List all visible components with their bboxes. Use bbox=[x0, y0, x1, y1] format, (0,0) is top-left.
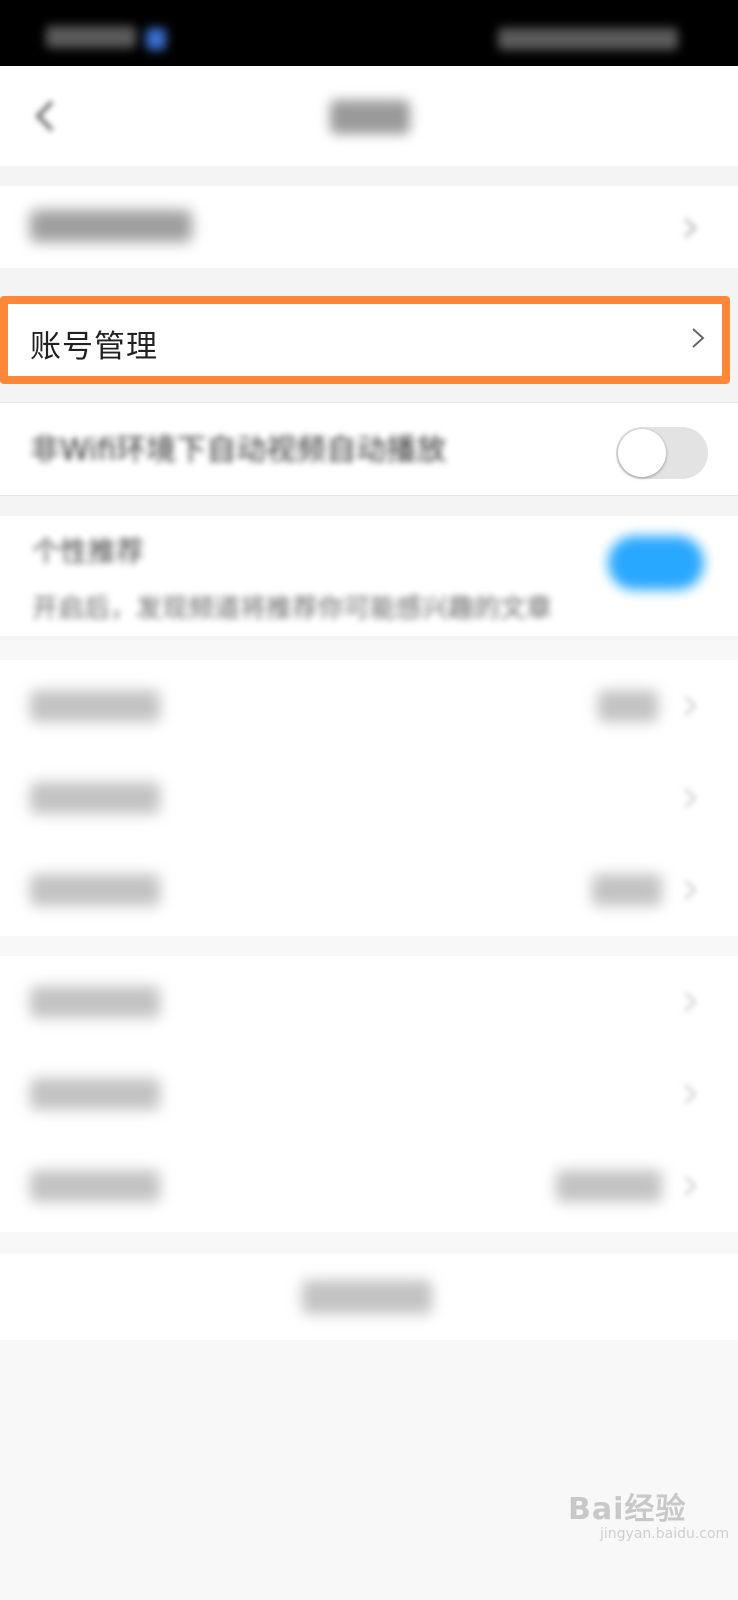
row-label-blurred bbox=[30, 874, 160, 906]
settings-row-blurred-2[interactable] bbox=[0, 660, 738, 752]
row-label-blurred bbox=[30, 210, 192, 242]
logout-button-label-blurred bbox=[302, 1280, 432, 1314]
logout-row[interactable] bbox=[0, 1254, 738, 1340]
chevron-right-icon bbox=[684, 696, 697, 716]
back-icon[interactable] bbox=[26, 94, 66, 138]
toggle-knob bbox=[618, 429, 666, 477]
status-app-icon bbox=[146, 28, 166, 50]
settings-row-blurred-6[interactable] bbox=[0, 1048, 738, 1140]
settings-row-blurred-4[interactable] bbox=[0, 844, 738, 936]
row-label-blurred bbox=[30, 986, 160, 1018]
status-system-icons bbox=[498, 28, 678, 50]
chevron-right-icon bbox=[684, 1176, 697, 1196]
baidu-watermark-url: jingyan.baidu.com bbox=[600, 1526, 730, 1542]
wifi-autoplay-row: 非Wifi环境下自动视频自动播放 bbox=[0, 402, 738, 496]
chevron-right-icon bbox=[684, 1084, 697, 1104]
row-value-blurred bbox=[592, 874, 662, 906]
row-label-blurred bbox=[30, 1078, 160, 1110]
page-title bbox=[330, 100, 410, 134]
personal-recommend-description: 开启后，发现频道将推荐你可能感兴趣的文章 bbox=[32, 594, 553, 624]
wifi-autoplay-toggle[interactable] bbox=[616, 427, 708, 479]
row-label-blurred bbox=[30, 690, 160, 722]
row-label-blurred bbox=[30, 782, 160, 814]
chevron-right-icon bbox=[692, 328, 705, 348]
settings-row-blurred-5[interactable] bbox=[0, 956, 738, 1048]
personal-recommend-row: 个性推荐 开启后，发现频道将推荐你可能感兴趣的文章 bbox=[0, 516, 738, 636]
chevron-right-icon bbox=[684, 992, 697, 1012]
status-bar bbox=[0, 0, 738, 66]
personal-recommend-toggle[interactable] bbox=[608, 536, 704, 590]
settings-row-blurred-7[interactable] bbox=[0, 1140, 738, 1232]
chevron-right-icon bbox=[684, 880, 697, 900]
row-label-blurred bbox=[30, 1170, 160, 1202]
account-management-label: 账号管理 bbox=[30, 329, 158, 365]
chevron-right-icon bbox=[684, 788, 697, 808]
chevron-right-icon bbox=[684, 218, 697, 238]
status-time bbox=[46, 26, 136, 48]
account-management-row[interactable]: 账号管理 bbox=[0, 296, 730, 384]
row-value-blurred bbox=[598, 690, 658, 722]
settings-header bbox=[0, 66, 738, 166]
settings-row-blurred-1[interactable] bbox=[0, 186, 738, 268]
wifi-autoplay-label: 非Wifi环境下自动视频自动播放 bbox=[30, 433, 447, 468]
personal-recommend-label: 个性推荐 bbox=[32, 535, 145, 568]
baidu-watermark: Bai经验 bbox=[568, 1492, 687, 1527]
row-value-blurred bbox=[556, 1170, 662, 1202]
settings-row-blurred-3[interactable] bbox=[0, 752, 738, 844]
